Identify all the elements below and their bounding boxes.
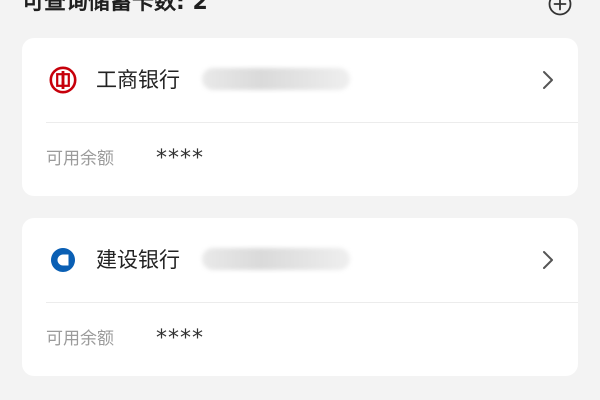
header: 可查询储蓄卡数: 2: [22, 0, 578, 20]
divider: [46, 122, 578, 123]
bank-card-ccb: 建设银行 可用余额 ****: [22, 218, 578, 376]
masked-card-number: [202, 68, 350, 90]
icbc-logo-icon: [49, 66, 77, 94]
bank-name: 建设银行: [96, 248, 180, 272]
bank-name: 工商银行: [96, 68, 180, 92]
balance-label: 可用余额: [46, 329, 114, 349]
bank-card-header[interactable]: 工商银行: [22, 38, 578, 122]
balance-value: ****: [156, 326, 204, 351]
bank-card-icbc: 工商银行 可用余额 ****: [22, 38, 578, 196]
balance-label: 可用余额: [46, 149, 114, 169]
divider: [46, 302, 578, 303]
masked-card-number: [202, 248, 350, 270]
bank-card-header[interactable]: 建设银行: [22, 218, 578, 302]
plus-circle-icon[interactable]: [548, 0, 572, 16]
chevron-right-icon[interactable]: [542, 250, 554, 270]
balance-value: ****: [156, 146, 204, 171]
chevron-right-icon[interactable]: [542, 70, 554, 90]
ccb-logo-icon: [51, 248, 75, 272]
page-title: 可查询储蓄卡数: 2: [22, 0, 208, 15]
